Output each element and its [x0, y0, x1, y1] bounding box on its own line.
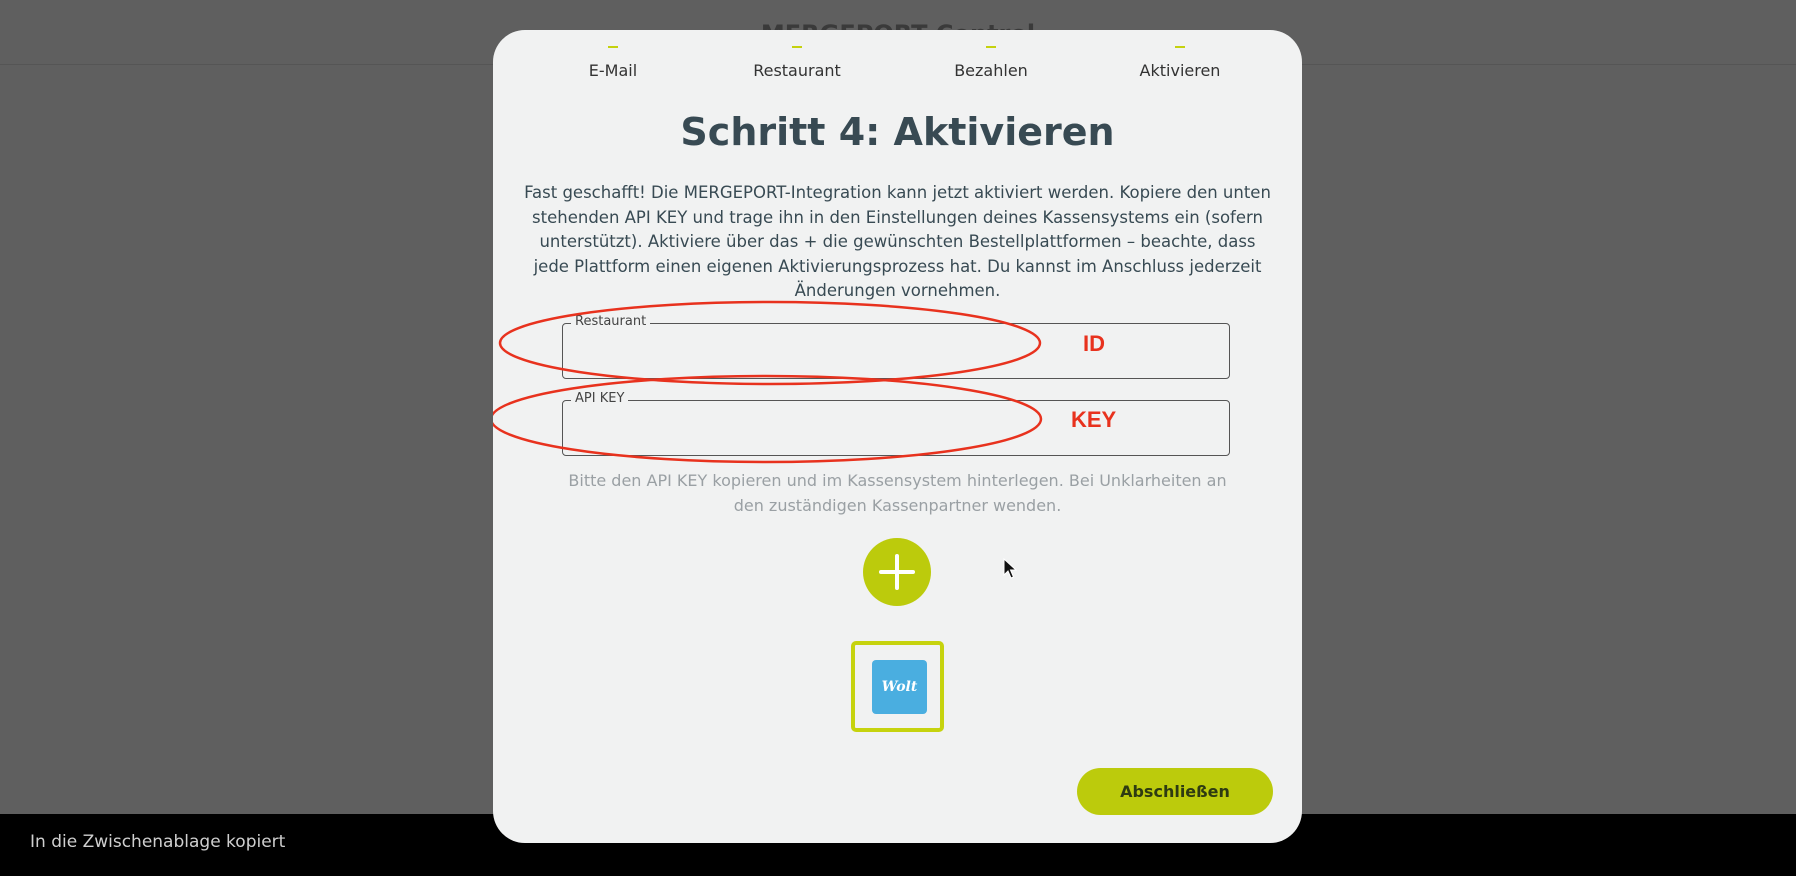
restaurant-id-input[interactable]	[573, 340, 1217, 368]
modal-description: Fast geschafft! Die MERGEPORT-Integratio…	[524, 183, 1271, 301]
annotation-key-label: KEY	[1071, 407, 1117, 432]
annotation-id-label: ID	[1083, 331, 1105, 356]
step-marker	[608, 46, 618, 48]
wolt-logo: Wolt	[872, 660, 927, 714]
finish-button[interactable]: Abschließen	[1077, 768, 1273, 815]
step-label: E-Mail	[588, 61, 638, 80]
step-label: Bezahlen	[954, 61, 1028, 80]
restaurant-field-legend: Restaurant	[571, 314, 651, 329]
api-key-field[interactable]: API KEY	[562, 391, 1230, 456]
step-bezahlen[interactable]: Bezahlen	[901, 46, 1081, 80]
api-key-input[interactable]	[573, 417, 1217, 445]
step-email[interactable]: E-Mail	[523, 46, 703, 80]
step-marker	[1175, 46, 1185, 48]
step-marker	[792, 46, 802, 48]
step-restaurant[interactable]: Restaurant	[707, 46, 887, 80]
api-key-hint: Bitte den API KEY kopieren und im Kassen…	[568, 471, 1227, 515]
api-key-field-legend: API KEY	[571, 391, 629, 406]
step-indicator: E-Mail Restaurant Bezahlen Aktivieren	[493, 46, 1302, 106]
activation-modal: E-Mail Restaurant Bezahlen Aktivieren Sc…	[493, 30, 1302, 843]
step-marker	[986, 46, 996, 48]
restaurant-id-field[interactable]: Restaurant	[562, 314, 1230, 379]
platform-card-wolt[interactable]: Wolt	[851, 641, 944, 732]
add-platform-button[interactable]	[863, 538, 931, 606]
mouse-pointer-icon	[1003, 558, 1017, 579]
step-label: Aktivieren	[1139, 61, 1221, 80]
plus-icon	[879, 554, 915, 590]
step-label: Restaurant	[753, 61, 841, 80]
modal-heading: Schritt 4: Aktivieren	[680, 110, 1115, 154]
step-aktivieren[interactable]: Aktivieren	[1090, 46, 1270, 80]
snackbar-text: In die Zwischenablage kopiert	[30, 832, 286, 852]
